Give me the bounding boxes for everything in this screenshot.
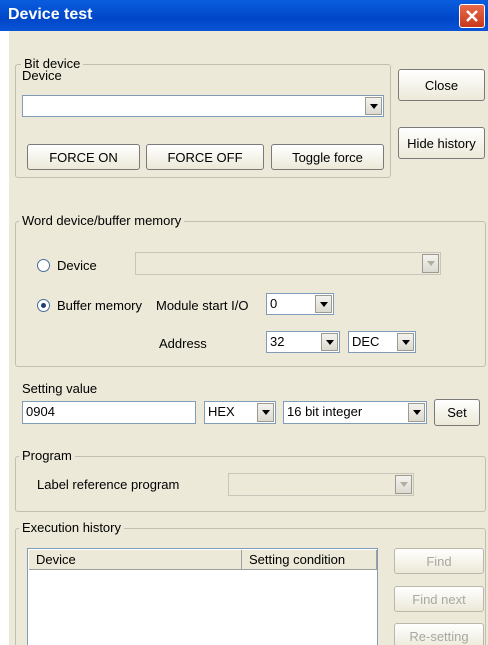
setting-value-label: Setting value bbox=[22, 381, 98, 396]
chevron-down-icon[interactable] bbox=[408, 403, 425, 422]
address-combo[interactable]: 32 bbox=[266, 331, 340, 353]
chevron-down-icon[interactable] bbox=[321, 333, 338, 351]
left-edge bbox=[0, 31, 9, 645]
chevron-down-icon[interactable] bbox=[395, 475, 412, 494]
set-button[interactable]: Set bbox=[434, 399, 480, 426]
toggle-force-button[interactable]: Toggle force bbox=[271, 144, 384, 170]
force-off-button[interactable]: FORCE OFF bbox=[146, 144, 264, 170]
module-start-label: Module start I/O bbox=[156, 298, 249, 313]
close-button[interactable]: Close bbox=[398, 69, 485, 101]
title-bar[interactable]: Device test bbox=[0, 0, 488, 31]
word-device-combo[interactable] bbox=[135, 252, 441, 275]
chevron-down-icon[interactable] bbox=[365, 97, 382, 115]
address-label: Address bbox=[159, 336, 207, 351]
resetting-button[interactable]: Re-setting bbox=[394, 623, 484, 645]
module-start-combo[interactable]: 0 bbox=[266, 293, 334, 315]
chevron-down-icon[interactable] bbox=[257, 403, 274, 422]
history-list[interactable]: Device Setting condition bbox=[27, 548, 378, 645]
column-header-setting-condition[interactable]: Setting condition bbox=[242, 550, 377, 570]
column-header-device[interactable]: Device bbox=[29, 550, 242, 570]
window-title: Device test bbox=[8, 6, 93, 23]
find-button[interactable]: Find bbox=[394, 548, 484, 574]
data-type-combo[interactable]: 16 bit integer bbox=[283, 401, 427, 424]
hide-history-button[interactable]: Hide history bbox=[398, 127, 485, 159]
buffer-memory-label: Buffer memory bbox=[57, 298, 143, 313]
label-reference-label: Label reference program bbox=[37, 477, 180, 492]
label-reference-combo[interactable] bbox=[228, 473, 414, 496]
address-format-value: DEC bbox=[352, 334, 380, 349]
address-format-combo[interactable]: DEC bbox=[348, 331, 416, 353]
chevron-down-icon[interactable] bbox=[397, 333, 414, 351]
find-next-button[interactable]: Find next bbox=[394, 586, 484, 612]
chevron-down-icon[interactable] bbox=[422, 254, 439, 273]
bit-device-label: Device bbox=[22, 68, 62, 83]
force-on-button[interactable]: FORCE ON bbox=[27, 144, 140, 170]
execution-history-legend: Execution history bbox=[19, 520, 124, 535]
buffer-memory-radio[interactable] bbox=[37, 299, 50, 312]
program-legend: Program bbox=[19, 448, 75, 463]
close-window-button[interactable] bbox=[459, 4, 485, 28]
close-icon bbox=[466, 10, 478, 22]
setting-value-text: 0904 bbox=[26, 404, 55, 419]
device-radio-label: Device bbox=[57, 258, 97, 273]
module-start-value: 0 bbox=[270, 296, 278, 311]
bit-device-combo[interactable] bbox=[22, 95, 384, 117]
chevron-down-icon[interactable] bbox=[315, 295, 332, 313]
setting-format-combo[interactable]: HEX bbox=[204, 401, 276, 424]
device-radio[interactable] bbox=[37, 259, 50, 272]
setting-value-input[interactable]: 0904 bbox=[22, 401, 196, 424]
data-type-value: 16 bit integer bbox=[287, 404, 363, 419]
setting-format-value: HEX bbox=[208, 404, 235, 419]
address-value: 32 bbox=[270, 334, 285, 349]
device-test-dialog: Device test Bit device Device FORCE ON F… bbox=[0, 0, 488, 645]
word-device-legend: Word device/buffer memory bbox=[19, 213, 185, 228]
